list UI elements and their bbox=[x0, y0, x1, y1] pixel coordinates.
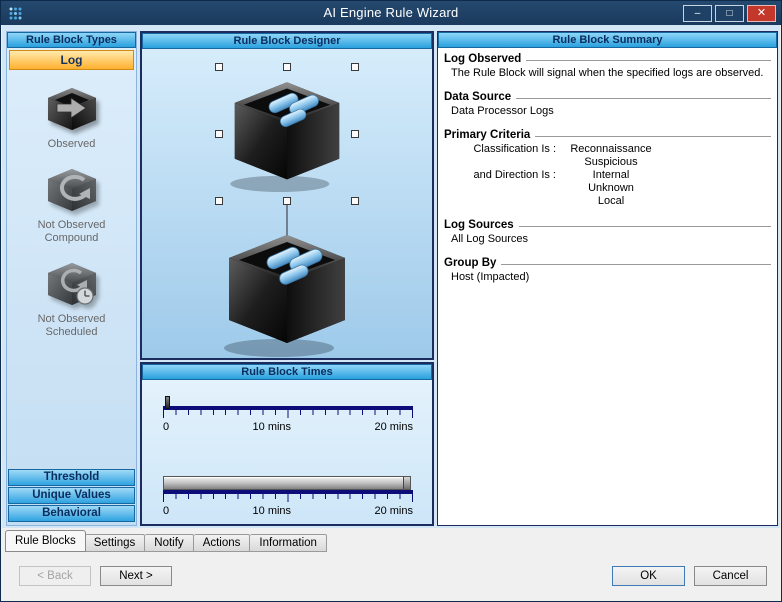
rule-block-types-header: Rule Block Types bbox=[7, 32, 136, 48]
minimize-button[interactable]: – bbox=[683, 5, 712, 22]
section-title: Primary Criteria bbox=[444, 129, 530, 141]
range-bar[interactable] bbox=[163, 476, 411, 490]
rule-block-summary-header: Rule Block Summary bbox=[438, 32, 777, 48]
wizard-tab-strip: Rule Blocks Settings Notify Actions Info… bbox=[5, 530, 327, 552]
rule-block-type-not-observed-compound[interactable]: Not Observed Compound bbox=[7, 166, 136, 245]
summary-section-data-source: Data Source Data Processor Logs bbox=[444, 91, 771, 118]
tab-notify[interactable]: Notify bbox=[145, 534, 193, 552]
tick-label-0: 0 bbox=[163, 421, 169, 433]
section-divider bbox=[526, 60, 771, 61]
summary-body: Log Observed The Rule Block will signal … bbox=[438, 48, 777, 300]
rule-block-times-panel: Rule Block Times 0 10 mins 20 mins bbox=[140, 362, 434, 526]
timeline-labels: 0 10 mins 20 mins bbox=[163, 421, 413, 433]
close-button[interactable]: ✕ bbox=[747, 5, 776, 22]
not-observed-scheduled-label: Not Observed Scheduled bbox=[22, 313, 122, 339]
section-title: Group By bbox=[444, 257, 496, 269]
timeline-labels: 0 10 mins 20 mins bbox=[163, 505, 413, 517]
slider-thumb[interactable] bbox=[165, 396, 170, 409]
back-button[interactable]: < Back bbox=[19, 566, 91, 586]
tab-settings[interactable]: Settings bbox=[85, 534, 146, 552]
section-title: Log Observed bbox=[444, 53, 521, 65]
section-divider bbox=[535, 136, 771, 137]
log-category-button[interactable]: Log bbox=[9, 50, 134, 70]
tab-actions[interactable]: Actions bbox=[194, 534, 251, 552]
summary-section-log-observed: Log Observed The Rule Block will signal … bbox=[444, 53, 771, 80]
group-by-value: Host (Impacted) bbox=[444, 271, 771, 284]
criteria-row: Unknown bbox=[444, 182, 771, 195]
rule-block-cube-bottom[interactable] bbox=[224, 235, 345, 357]
tick-label-0: 0 bbox=[163, 505, 169, 517]
summary-section-log-sources: Log Sources All Log Sources bbox=[444, 219, 771, 246]
timeline-ticks bbox=[163, 410, 413, 418]
rule-block-designer-header: Rule Block Designer bbox=[142, 33, 432, 49]
criteria-row: Classification Is : Reconnaissance bbox=[444, 143, 771, 156]
tick-label-10: 10 mins bbox=[253, 505, 292, 517]
not-observed-compound-label: Not Observed Compound bbox=[22, 219, 122, 245]
criteria-row: Local bbox=[444, 195, 771, 208]
ai-engine-rule-wizard-window: AI Engine Rule Wizard – □ ✕ Rule Block T… bbox=[0, 0, 782, 602]
observed-cube-icon bbox=[43, 85, 101, 133]
cancel-button[interactable]: Cancel bbox=[694, 566, 767, 586]
section-divider bbox=[501, 264, 771, 265]
observation-period-slider: 0 10 mins 20 mins bbox=[163, 406, 413, 433]
unique-values-button[interactable]: Unique Values bbox=[8, 487, 135, 504]
next-button[interactable]: Next > bbox=[100, 566, 172, 586]
designer-scene bbox=[142, 49, 432, 358]
ok-button[interactable]: OK bbox=[612, 566, 685, 586]
rule-block-type-not-observed-scheduled[interactable]: Not Observed Scheduled bbox=[7, 260, 136, 339]
window-controls: – □ ✕ bbox=[683, 5, 776, 22]
section-divider bbox=[519, 226, 771, 227]
tick-label-20: 20 mins bbox=[374, 421, 413, 433]
summary-section-primary-criteria: Primary Criteria Classification Is : Rec… bbox=[444, 129, 771, 208]
tab-information[interactable]: Information bbox=[250, 534, 327, 552]
primary-criteria-list: Classification Is : Reconnaissance Suspi… bbox=[444, 143, 771, 208]
title-bar: AI Engine Rule Wizard – □ ✕ bbox=[1, 1, 781, 25]
maximize-button[interactable]: □ bbox=[715, 5, 744, 22]
section-title: Log Sources bbox=[444, 219, 514, 231]
not-observed-scheduled-cube-icon bbox=[43, 260, 101, 308]
log-sources-value: All Log Sources bbox=[444, 233, 771, 246]
tick-label-10: 10 mins bbox=[253, 421, 292, 433]
range-bar-handle[interactable] bbox=[403, 477, 410, 489]
data-source-value: Data Processor Logs bbox=[444, 105, 771, 118]
log-observed-description: The Rule Block will signal when the spec… bbox=[444, 67, 771, 80]
rule-block-designer-panel: Rule Block Designer bbox=[140, 31, 434, 360]
rule-block-summary-panel: Rule Block Summary Log Observed The Rule… bbox=[437, 31, 778, 526]
times-body: 0 10 mins 20 mins 0 10 mins 20 mins bbox=[142, 380, 432, 524]
tick-label-20: 20 mins bbox=[374, 505, 413, 517]
section-title: Data Source bbox=[444, 91, 511, 103]
rule-block-cube-top[interactable] bbox=[230, 82, 339, 192]
not-observed-compound-cube-icon bbox=[43, 166, 101, 214]
observed-label: Observed bbox=[22, 138, 122, 151]
rule-block-types-panel: Rule Block Types Log Observed N bbox=[6, 31, 137, 526]
designer-canvas[interactable] bbox=[142, 49, 432, 358]
rule-block-times-header: Rule Block Times bbox=[142, 364, 432, 380]
rule-block-type-observed[interactable]: Observed bbox=[7, 85, 136, 151]
window-title: AI Engine Rule Wizard bbox=[1, 1, 781, 25]
criteria-row: and Direction Is : Internal bbox=[444, 169, 771, 182]
rule-block-category-buttons: Threshold Unique Values Behavioral bbox=[7, 468, 136, 525]
threshold-button[interactable]: Threshold bbox=[8, 469, 135, 486]
section-divider bbox=[516, 98, 771, 99]
summary-section-group-by: Group By Host (Impacted) bbox=[444, 257, 771, 284]
timeline-ticks bbox=[163, 494, 413, 502]
tab-rule-blocks[interactable]: Rule Blocks bbox=[5, 530, 86, 552]
behavioral-button[interactable]: Behavioral bbox=[8, 505, 135, 522]
suppression-period-slider: 0 10 mins 20 mins bbox=[163, 490, 413, 517]
criteria-row: Suspicious bbox=[444, 156, 771, 169]
